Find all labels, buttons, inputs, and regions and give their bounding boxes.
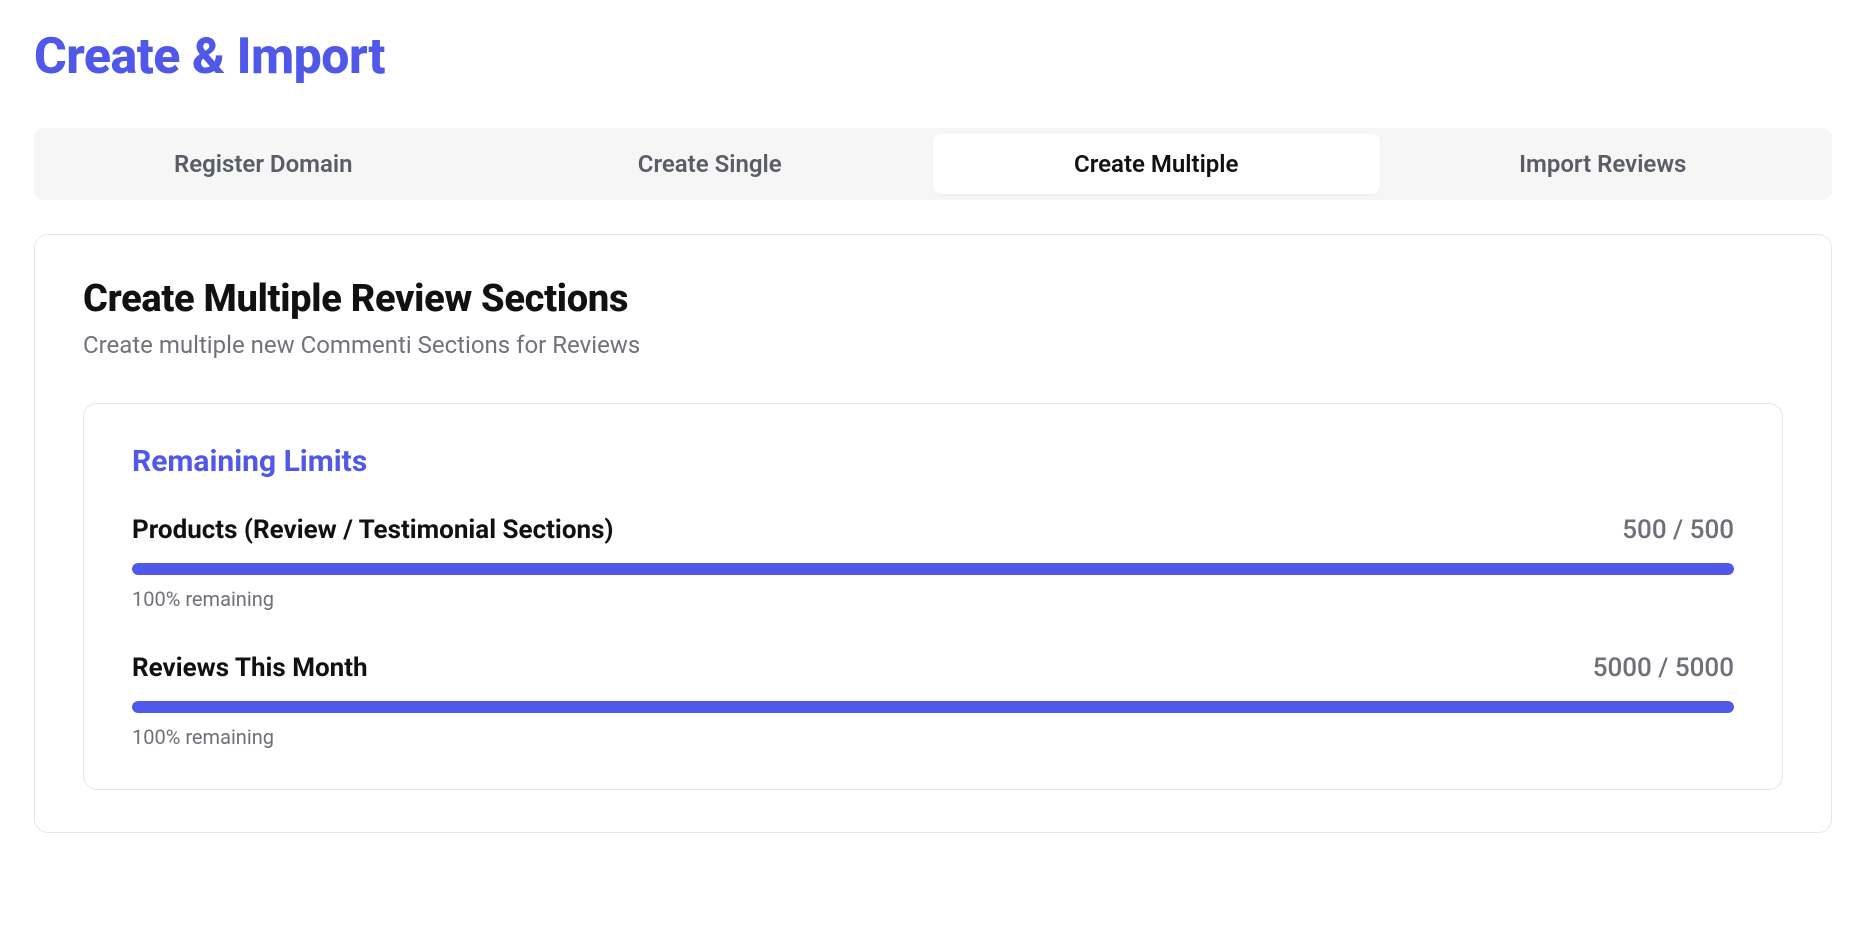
tab-register-domain[interactable]: Register Domain	[40, 134, 487, 194]
tab-create-multiple[interactable]: Create Multiple	[933, 134, 1380, 194]
tab-import-reviews[interactable]: Import Reviews	[1380, 134, 1827, 194]
tabs: Register Domain Create Single Create Mul…	[34, 128, 1832, 200]
progress-fill-reviews	[132, 701, 1734, 713]
card-subtitle: Create multiple new Commenti Sections fo…	[83, 331, 1783, 359]
limit-label-reviews: Reviews This Month	[132, 653, 368, 683]
limit-value-reviews: 5000 / 5000	[1593, 653, 1734, 683]
page-title: Create & Import	[34, 28, 1832, 86]
remaining-limits-box: Remaining Limits Products (Review / Test…	[83, 403, 1783, 790]
limit-label-products: Products (Review / Testimonial Sections)	[132, 515, 614, 545]
progress-track-reviews	[132, 701, 1734, 713]
limit-caption-reviews: 100% remaining	[132, 725, 1734, 749]
create-multiple-card: Create Multiple Review Sections Create m…	[34, 234, 1832, 833]
limit-item-reviews: Reviews This Month 5000 / 5000 100% rema…	[132, 653, 1734, 749]
remaining-limits-title: Remaining Limits	[132, 444, 1734, 479]
progress-track-products	[132, 563, 1734, 575]
limit-value-products: 500 / 500	[1622, 515, 1734, 545]
limit-caption-products: 100% remaining	[132, 587, 1734, 611]
card-title: Create Multiple Review Sections	[83, 277, 1783, 321]
progress-fill-products	[132, 563, 1734, 575]
tab-create-single[interactable]: Create Single	[487, 134, 934, 194]
limit-item-products: Products (Review / Testimonial Sections)…	[132, 515, 1734, 611]
